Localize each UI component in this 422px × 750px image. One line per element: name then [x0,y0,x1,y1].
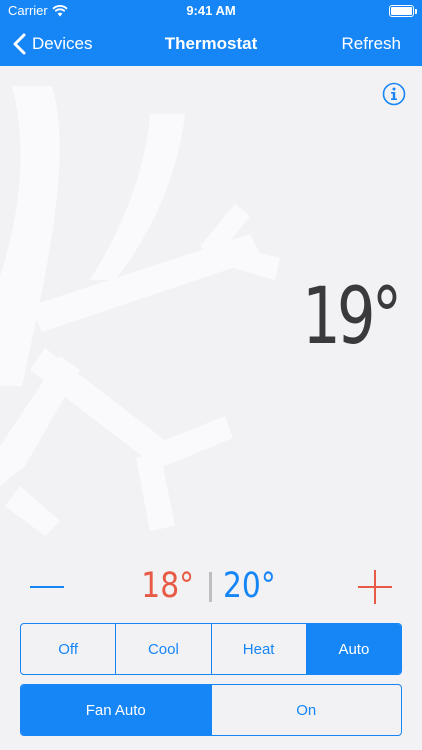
info-icon[interactable] [382,82,406,106]
setpoint-divider [209,572,212,602]
fan-option-on[interactable]: On [212,685,402,735]
fan-segmented-control: Fan Auto On [20,684,402,736]
navigation-bar: Devices Thermostat Refresh [0,22,422,66]
refresh-button[interactable]: Refresh [341,34,401,54]
heat-setpoint: 18° [141,566,194,606]
back-button[interactable]: Devices [10,22,92,66]
clock: 9:41 AM [186,3,236,18]
cool-setpoint: 20° [223,566,276,606]
mode-option-heat[interactable]: Heat [212,624,307,674]
back-chevron-icon [13,33,26,55]
fan-option-auto[interactable]: Fan Auto [21,685,212,735]
increase-button[interactable] [355,568,395,608]
mode-option-auto[interactable]: Auto [306,624,401,674]
current-temperature: 19° [301,272,402,362]
back-button-label: Devices [32,34,93,53]
mode-option-off[interactable]: Off [21,624,117,674]
mode-option-cool[interactable]: Cool [116,624,212,674]
status-bar: Carrier 9:41 AM [0,0,422,22]
mode-segmented-control: Off Cool Heat Auto [20,623,402,675]
battery-icon [389,5,417,17]
